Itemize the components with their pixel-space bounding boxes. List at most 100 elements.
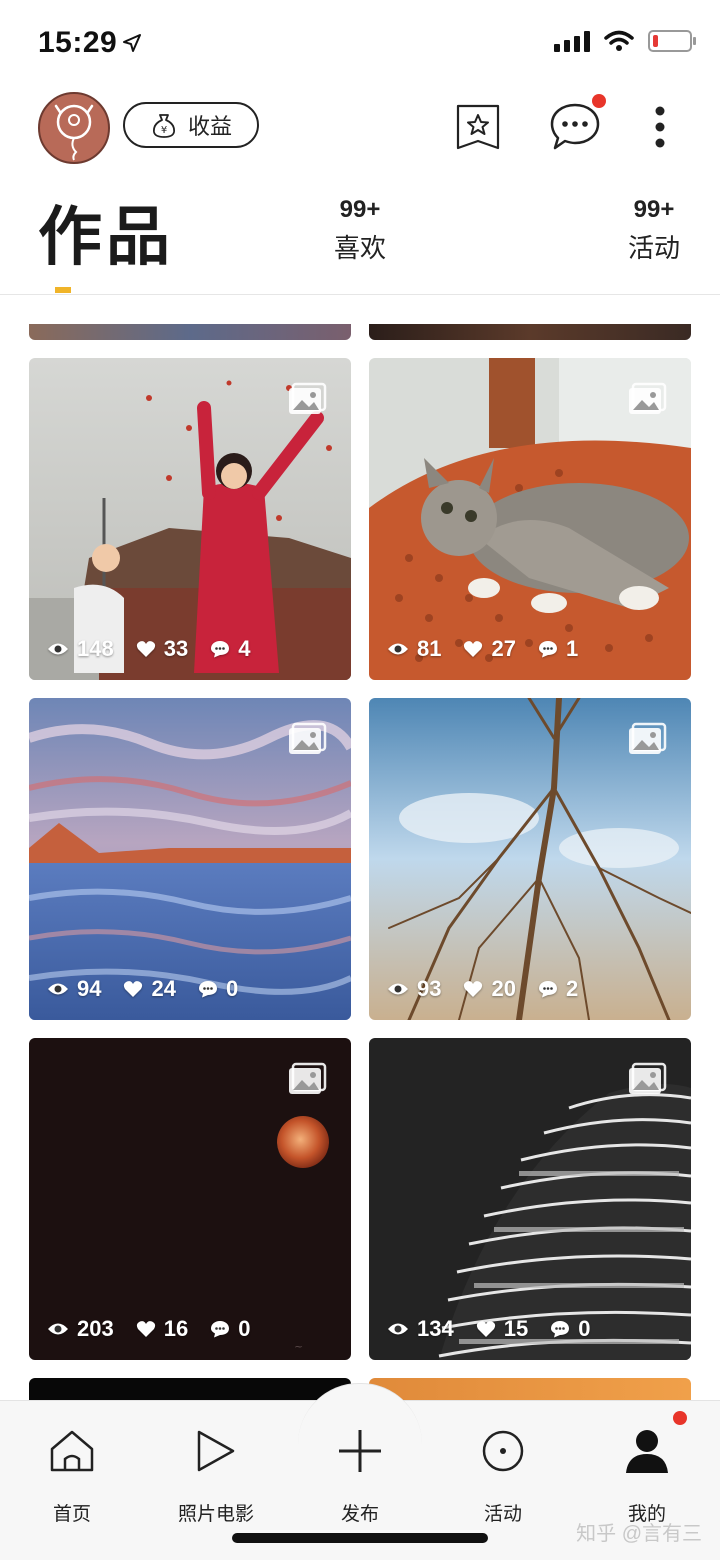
cellular-signal-icon (554, 30, 590, 52)
location-arrow-icon (123, 34, 141, 52)
views-count: 94 (77, 976, 102, 1001)
heart-icon (124, 981, 143, 997)
nav-photo-movie[interactable]: 照片电影 (156, 1423, 276, 1526)
chat-bubble-icon (550, 103, 600, 150)
activities-label: 活动 (627, 233, 680, 263)
profile-header: ¥ 收益 (0, 88, 720, 168)
money-bag-icon: ¥ (152, 114, 175, 138)
views-count: 203 (77, 1316, 114, 1341)
work-stats: 134 15 0 (387, 1316, 590, 1342)
eye-icon (388, 643, 408, 655)
likes-count: 33 (163, 636, 189, 661)
nav-home[interactable]: 首页 (12, 1423, 132, 1526)
heart-icon (136, 641, 155, 657)
work-stats: 81 27 1 (387, 636, 578, 662)
comment-icon (198, 981, 217, 998)
heart-icon (136, 1321, 155, 1337)
gallery-icon (289, 722, 327, 754)
comments-count: 4 (238, 636, 251, 661)
avatar-balloon-icon (54, 104, 94, 161)
home-indicator[interactable] (232, 1533, 488, 1543)
heart-icon (476, 1321, 495, 1337)
eye-icon (48, 1323, 68, 1335)
views-count: 134 (417, 1316, 454, 1341)
eye-icon (48, 643, 68, 655)
work-thumbnail-partial[interactable] (29, 324, 351, 340)
favorites-button[interactable] (453, 102, 503, 152)
work-stats: 203 16 0 (47, 1316, 250, 1342)
nav-home-label: 首页 (52, 1504, 91, 1525)
work-stats: 93 20 2 (387, 976, 578, 1002)
gallery-icon (629, 1062, 667, 1094)
activity-circle-icon (482, 1430, 524, 1472)
views-count: 148 (77, 636, 114, 661)
comment-icon (211, 1321, 230, 1338)
works-grid: 148 33 4 81 27 1 94 24 0 93 20 2 ~ 203 1… (0, 296, 720, 1406)
svg-text:¥: ¥ (161, 125, 167, 136)
nav-publish[interactable]: 发布 (300, 1423, 420, 1526)
comments-count: 0 (578, 1316, 591, 1341)
views-count: 93 (417, 976, 442, 1001)
tab-likes[interactable]: 99+ 喜欢 (310, 196, 410, 265)
bottom-navigation: 首页 照片电影 发布 活动 我的 知乎 @言有三 (0, 1383, 720, 1560)
likes-count: 20 (491, 976, 516, 1001)
active-tab-indicator (55, 287, 71, 293)
notification-badge (592, 94, 606, 108)
status-bar: 15:29 (0, 0, 720, 88)
likes-count: 16 (163, 1316, 189, 1341)
work-card[interactable]: 134 15 0 (369, 1038, 691, 1360)
nav-me[interactable]: 我的 (587, 1411, 707, 1526)
nav-activity[interactable]: 活动 (443, 1423, 563, 1526)
activities-count: 99+ (633, 196, 675, 223)
comments-count: 0 (225, 976, 239, 1001)
svg-text:~: ~ (294, 1340, 303, 1353)
work-card[interactable]: 148 33 4 (29, 358, 351, 680)
likes-label: 喜欢 (333, 233, 386, 263)
bookmark-star-icon (456, 104, 500, 150)
likes-count: 99+ (339, 196, 381, 223)
home-icon (50, 1430, 94, 1472)
status-time: 15:29 (38, 26, 118, 59)
work-card[interactable]: 93 20 2 (369, 698, 691, 1020)
user-icon (626, 1430, 668, 1473)
comment-icon (538, 981, 557, 998)
work-card[interactable]: 81 27 1 (369, 358, 691, 680)
work-thumbnail-partial[interactable] (369, 324, 691, 340)
tab-activities[interactable]: 99+ 活动 (604, 196, 704, 265)
notification-badge (673, 1411, 687, 1425)
more-options-button[interactable] (636, 102, 684, 152)
play-icon (197, 1430, 235, 1472)
gallery-icon (289, 1062, 327, 1094)
earnings-button[interactable]: ¥ 收益 (123, 102, 259, 148)
likes-count: 24 (151, 976, 176, 1001)
watermark: 知乎 @言有三 (576, 1523, 702, 1545)
heart-icon (464, 981, 483, 997)
work-card[interactable]: ~ 203 16 0 (29, 1038, 351, 1360)
eye-icon (48, 983, 68, 995)
comment-icon (211, 641, 230, 658)
nav-publish-label: 发布 (340, 1504, 379, 1525)
work-card[interactable]: 94 24 0 (29, 698, 351, 1020)
work-stats: 148 33 4 (47, 636, 250, 662)
likes-count: 15 (503, 1316, 529, 1341)
avatar[interactable] (38, 92, 110, 164)
nav-activity-label: 活动 (483, 1504, 522, 1525)
messages-button[interactable] (548, 94, 606, 152)
comments-count: 2 (565, 976, 579, 1001)
comments-count: 1 (565, 636, 579, 661)
comment-icon (538, 641, 557, 658)
gallery-icon (629, 382, 667, 414)
likes-count: 27 (491, 636, 516, 661)
tab-works[interactable]: 作品 (38, 186, 174, 278)
gallery-icon (629, 722, 667, 754)
wifi-icon (604, 30, 634, 51)
vertical-dots-icon (655, 106, 665, 148)
gallery-icon (289, 382, 327, 414)
profile-tabs: 作品 99+ 喜欢 99+ 活动 (0, 180, 720, 295)
nav-photo-movie-label: 照片电影 (177, 1504, 254, 1525)
views-count: 81 (417, 636, 442, 661)
comments-count: 0 (238, 1316, 251, 1341)
comment-icon (551, 1321, 570, 1338)
eye-icon (388, 983, 408, 995)
work-stats: 94 24 0 (47, 976, 238, 1002)
